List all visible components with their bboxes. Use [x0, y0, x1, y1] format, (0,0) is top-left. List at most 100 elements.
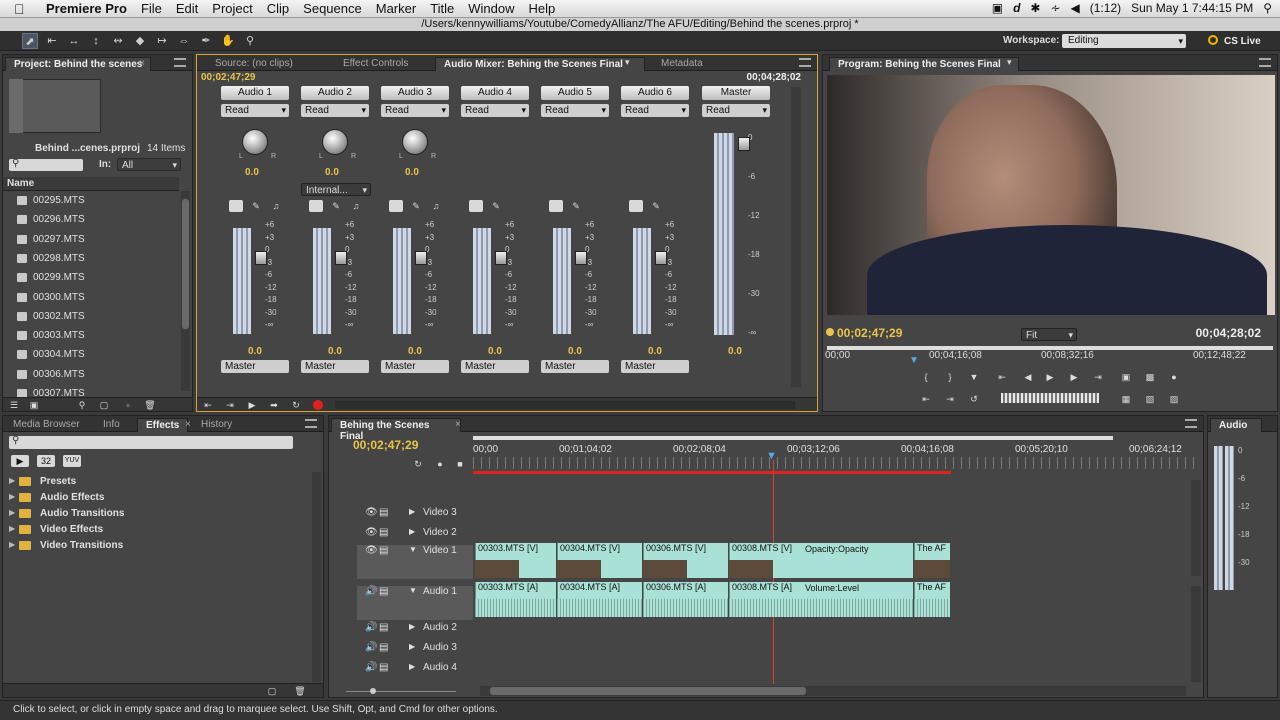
tab-program[interactable]: Program: Behing the Scenes Final — [829, 57, 1019, 71]
pen-tool-icon[interactable]: ✒ — [198, 33, 214, 49]
disclosure-triangle-icon[interactable]: ▶ — [409, 507, 415, 516]
tab-media-browser[interactable]: Media Browser — [5, 418, 88, 432]
project-scroll-thumb[interactable] — [182, 199, 189, 329]
panel-menu-icon[interactable] — [305, 419, 317, 428]
disclosure-triangle-icon[interactable]: ▶ — [9, 476, 15, 485]
close-icon[interactable]: × — [185, 419, 191, 430]
automation-mode-select[interactable]: Read — [221, 104, 289, 117]
video-track-header[interactable]: 👁 ▤ ▶ Video 2 — [357, 527, 473, 543]
loop-icon[interactable]: ↺ — [967, 393, 981, 405]
zoom-slider[interactable] — [336, 687, 470, 695]
fader-value[interactable]: 0.0 — [328, 346, 342, 357]
trim-icon[interactable]: ▨ — [1167, 393, 1181, 405]
mixer-track-5[interactable]: Audio 5 — [541, 86, 609, 100]
list-view-icon[interactable]: ☰ — [7, 399, 21, 411]
playhead-marker-icon[interactable]: ▼ — [909, 355, 919, 366]
output-select[interactable]: Master — [301, 360, 369, 373]
speaker-icon[interactable]: 🔊 — [365, 642, 377, 653]
disclosure-triangle-icon[interactable]: ▶ — [9, 524, 15, 533]
mute-icon[interactable] — [629, 200, 643, 212]
new-bin-icon[interactable]: ▢ — [265, 685, 279, 697]
automation-mode-select[interactable]: Read — [541, 104, 609, 117]
app-name[interactable]: Premiere Pro — [46, 1, 127, 16]
disclosure-triangle-icon[interactable]: ▼ — [409, 545, 417, 554]
32bit-effects-icon[interactable]: 32 — [37, 455, 55, 467]
mixer-timecode[interactable]: 00;02;47;29 — [201, 72, 255, 83]
video-scrollbar[interactable] — [1191, 480, 1201, 576]
play-icon[interactable]: ▶ — [1043, 371, 1057, 383]
sync-lock-icon[interactable]: ▤ — [379, 586, 388, 597]
tab-metadata[interactable]: Metadata — [653, 57, 711, 71]
jog-shuttle[interactable] — [1001, 393, 1099, 403]
timeline-timecode[interactable]: 00;02;47;29 — [353, 438, 418, 452]
battery-status[interactable]: (1:12) — [1090, 1, 1121, 15]
close-icon[interactable]: × — [455, 419, 461, 430]
track-select-tool-icon[interactable]: ⇤ — [44, 33, 60, 49]
rolling-edit-tool-icon[interactable]: ↕ — [88, 33, 104, 49]
video-clip[interactable]: 00306.MTS [V] — [643, 543, 728, 560]
mark-out-icon[interactable]: } — [943, 371, 957, 383]
effects-folder-4[interactable]: ▶ Video Transitions — [9, 540, 289, 554]
internal-select[interactable]: Internal... — [301, 183, 371, 197]
tab-audio-meters[interactable]: Audio — [1210, 418, 1262, 432]
volume-fader[interactable] — [575, 251, 587, 265]
disclosure-triangle-icon[interactable]: ▶ — [409, 642, 415, 651]
panel-menu-icon[interactable] — [799, 58, 811, 67]
volume-fader[interactable] — [255, 251, 267, 265]
menu-title[interactable]: Title — [430, 1, 454, 16]
video-clip[interactable]: 00303.MTS [V] — [475, 543, 556, 560]
go-to-out-icon[interactable]: ⇥ — [223, 399, 237, 411]
list-item[interactable]: 00297.MTS — [17, 234, 85, 245]
volume-fader[interactable] — [495, 251, 507, 265]
effects-folder-0[interactable]: ▶ Presets — [9, 476, 289, 490]
mute-icon[interactable] — [389, 200, 403, 212]
delete-icon[interactable]: 🗑 — [293, 685, 307, 697]
clock[interactable]: Sun May 1 7:44:15 PM — [1131, 1, 1253, 15]
mute-icon[interactable] — [469, 200, 483, 212]
video-clip[interactable]: The AF — [914, 543, 950, 560]
timeline-zoom-bar[interactable] — [473, 436, 1113, 440]
timeline-h-scroll-thumb[interactable] — [490, 687, 806, 695]
list-item[interactable]: 00303.MTS — [17, 330, 85, 341]
mixer-track-1[interactable]: Audio 1 — [221, 86, 289, 100]
sync-lock-icon[interactable]: ▤ — [379, 527, 388, 538]
audio-track-header[interactable]: 🔊 ▤ ▶ Audio 3 — [357, 642, 473, 658]
project-scrollbar[interactable] — [181, 191, 190, 391]
solo-icon[interactable]: ✎ — [249, 200, 263, 212]
record-enable-icon[interactable]: ♫ — [349, 200, 363, 212]
mixer-track-4[interactable]: Audio 4 — [461, 86, 529, 100]
disclosure-triangle-icon[interactable]: ▶ — [9, 508, 15, 517]
step-back-icon[interactable]: ◀ — [1021, 371, 1035, 383]
sync-lock-icon[interactable]: ▤ — [379, 545, 388, 556]
disclosure-triangle-icon[interactable]: ▶ — [409, 527, 415, 536]
tab-source[interactable]: Source: (no clips) — [207, 57, 301, 71]
chevron-down-icon[interactable]: ▾ — [625, 57, 630, 68]
panel-menu-icon[interactable] — [1259, 58, 1271, 67]
play-icon[interactable]: ▶ — [245, 399, 259, 411]
mute-icon[interactable] — [229, 200, 243, 212]
fader-value[interactable]: 0.0 — [248, 346, 262, 357]
disclosure-triangle-icon[interactable]: ▼ — [409, 586, 417, 595]
audio-track-header[interactable]: 🔊 ▤ ▼ Audio 1 — [357, 586, 473, 620]
lift-icon[interactable]: ▦ — [1119, 393, 1133, 405]
effects-scrollbar[interactable] — [312, 472, 321, 682]
list-item[interactable]: 00302.MTS — [17, 311, 85, 322]
spotlight-icon[interactable]: ⚲ — [1263, 1, 1272, 15]
menu-clip[interactable]: Clip — [267, 1, 289, 16]
export-frame-icon[interactable]: ▩ — [1143, 371, 1157, 383]
step-forward-icon[interactable]: ▶ — [1067, 371, 1081, 383]
list-item[interactable]: 00304.MTS — [17, 349, 85, 360]
playhead-icon[interactable]: ▼ — [766, 450, 777, 462]
effects-folder-3[interactable]: ▶ Video Effects — [9, 524, 289, 538]
ripple-edit-tool-icon[interactable]: ↔ — [66, 33, 82, 49]
solo-icon[interactable]: ✎ — [649, 200, 663, 212]
fader-value[interactable]: 0.0 — [728, 346, 742, 357]
mixer-scrollbar[interactable] — [791, 87, 801, 387]
in-select[interactable]: All — [117, 158, 181, 172]
audio-clip[interactable]: 00306.MTS [A] — [643, 582, 728, 599]
opacity-label[interactable]: Opacity:Opacity — [805, 544, 869, 554]
fader-value[interactable]: 0.0 — [648, 346, 662, 357]
snap-icon[interactable]: ↻ — [411, 458, 425, 470]
menu-edit[interactable]: Edit — [176, 1, 198, 16]
work-area-bar[interactable] — [473, 471, 951, 474]
